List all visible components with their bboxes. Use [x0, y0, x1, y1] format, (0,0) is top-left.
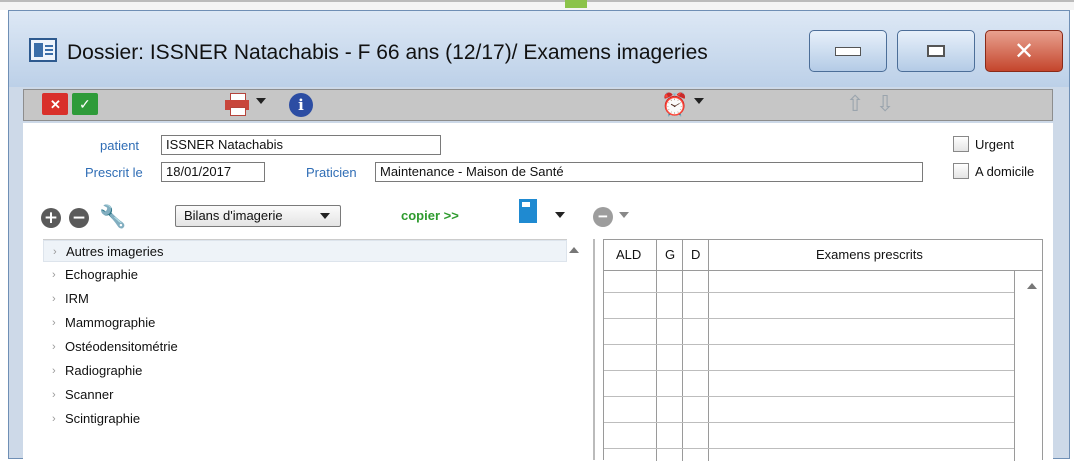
- move-down-icon[interactable]: ⇩: [876, 92, 894, 117]
- dossier-window: Dossier: ISSNER Natachabis - F 66 ans (1…: [8, 10, 1070, 461]
- remove-icon[interactable]: −: [69, 208, 89, 228]
- document-icon[interactable]: [519, 199, 537, 223]
- chevron-right-icon: ›: [52, 317, 56, 329]
- printer-icon[interactable]: [224, 93, 250, 116]
- chevron-right-icon: ›: [52, 389, 56, 401]
- add-icon[interactable]: +: [41, 208, 61, 228]
- alarm-dropdown-caret[interactable]: [694, 98, 704, 104]
- chevron-right-icon: ›: [52, 365, 56, 377]
- grid-row-line: [604, 396, 1014, 397]
- praticien-field[interactable]: Maintenance - Maison de Santé: [375, 162, 923, 182]
- main-content: patient ISSNER Natachabis Prescrit le 18…: [23, 123, 1053, 461]
- minimize-icon: [835, 46, 861, 56]
- tree-item[interactable]: › Autres imageries: [43, 240, 567, 262]
- tree-item[interactable]: › Radiographie: [43, 360, 567, 382]
- patient-label: patient: [100, 138, 140, 153]
- grid-scroll-up-icon[interactable]: [1027, 283, 1037, 289]
- close-button[interactable]: ✕: [985, 30, 1063, 72]
- bilan-select-value: Bilans d'imagerie: [184, 208, 283, 223]
- window-title: Dossier: ISSNER Natachabis - F 66 ans (1…: [67, 41, 708, 64]
- domicile-label: A domicile: [975, 164, 1035, 179]
- grid-row-line: [604, 422, 1014, 423]
- tree-item[interactable]: › Scanner: [43, 384, 567, 406]
- info-icon[interactable]: i: [289, 93, 313, 117]
- patient-field[interactable]: ISSNER Natachabis: [161, 135, 441, 155]
- grid-scrollbar-track[interactable]: [1014, 270, 1015, 461]
- grid-col-line: [682, 240, 683, 461]
- close-icon: ✕: [1013, 37, 1035, 65]
- maximize-icon: [927, 45, 945, 57]
- chevron-right-icon: ›: [52, 293, 56, 305]
- grid-header: ALD G D Examens prescrits: [604, 240, 1042, 271]
- grid-row-line: [604, 448, 1014, 449]
- move-up-icon[interactable]: ⇧: [846, 92, 864, 117]
- alarm-clock-icon[interactable]: ⏰: [661, 93, 688, 117]
- exam-category-tree: › Autres imageries › Echographie › IRM › Mam…: [43, 239, 567, 461]
- grid-row-line: [604, 370, 1014, 371]
- pane-splitter[interactable]: [593, 239, 595, 460]
- domicile-checkbox[interactable]: [953, 163, 969, 179]
- tree-item[interactable]: › Scintigraphie: [43, 408, 567, 430]
- wrench-icon[interactable]: 🔧: [99, 205, 126, 230]
- remove-exam-icon[interactable]: −: [593, 207, 613, 227]
- top-strip-line: [0, 0, 1074, 2]
- document-dropdown-caret[interactable]: [555, 212, 565, 218]
- tree-item[interactable]: › IRM: [43, 288, 567, 310]
- grid-header-examens[interactable]: Examens prescrits: [816, 247, 923, 262]
- tree-item[interactable]: › Ostéodensitométrie: [43, 336, 567, 358]
- validate-folder-icon[interactable]: ✓: [72, 93, 98, 115]
- toolbar: ✕ ✓ i ⏰ ⇧ ⇩: [23, 89, 1053, 121]
- grid-col-line: [708, 240, 709, 461]
- top-strip: [0, 0, 1074, 10]
- title-bar[interactable]: Dossier: ISSNER Natachabis - F 66 ans (1…: [9, 11, 1069, 87]
- chevron-right-icon: ›: [52, 413, 56, 425]
- minimize-button[interactable]: [809, 30, 887, 72]
- cancel-folder-icon[interactable]: ✕: [42, 93, 68, 115]
- top-strip-green-mark: [565, 0, 587, 8]
- chevron-right-icon: ›: [52, 269, 56, 281]
- grid-header-ald[interactable]: ALD: [616, 247, 641, 262]
- prescrit-label: Prescrit le: [85, 165, 143, 180]
- grid-row-line: [604, 292, 1014, 293]
- printer-dropdown-caret[interactable]: [256, 98, 266, 104]
- grid-row-line: [604, 318, 1014, 319]
- chevron-right-icon: ›: [52, 341, 56, 353]
- exams-grid: ALD G D Examens prescrits: [603, 239, 1043, 461]
- tree-scroll-up-icon[interactable]: [569, 247, 579, 253]
- tree-item[interactable]: › Mammographie: [43, 312, 567, 334]
- praticien-label: Praticien: [306, 165, 357, 180]
- grid-header-g[interactable]: G: [665, 247, 675, 262]
- prescrit-date-field[interactable]: 18/01/2017: [161, 162, 265, 182]
- copier-button[interactable]: copier >>: [401, 208, 459, 223]
- tree-item[interactable]: › Echographie: [43, 264, 567, 286]
- grid-row-line: [604, 344, 1014, 345]
- grid-col-line: [656, 240, 657, 461]
- bilan-type-select[interactable]: Bilans d'imagerie: [175, 205, 341, 227]
- chevron-right-icon: ›: [53, 246, 57, 258]
- urgent-label: Urgent: [975, 137, 1015, 152]
- grid-header-d[interactable]: D: [691, 247, 700, 262]
- maximize-button[interactable]: [897, 30, 975, 72]
- chevron-down-icon: [320, 213, 330, 219]
- remove-exam-dropdown-caret[interactable]: [619, 212, 629, 218]
- urgent-checkbox[interactable]: [953, 136, 969, 152]
- app-window-icon: [29, 38, 57, 62]
